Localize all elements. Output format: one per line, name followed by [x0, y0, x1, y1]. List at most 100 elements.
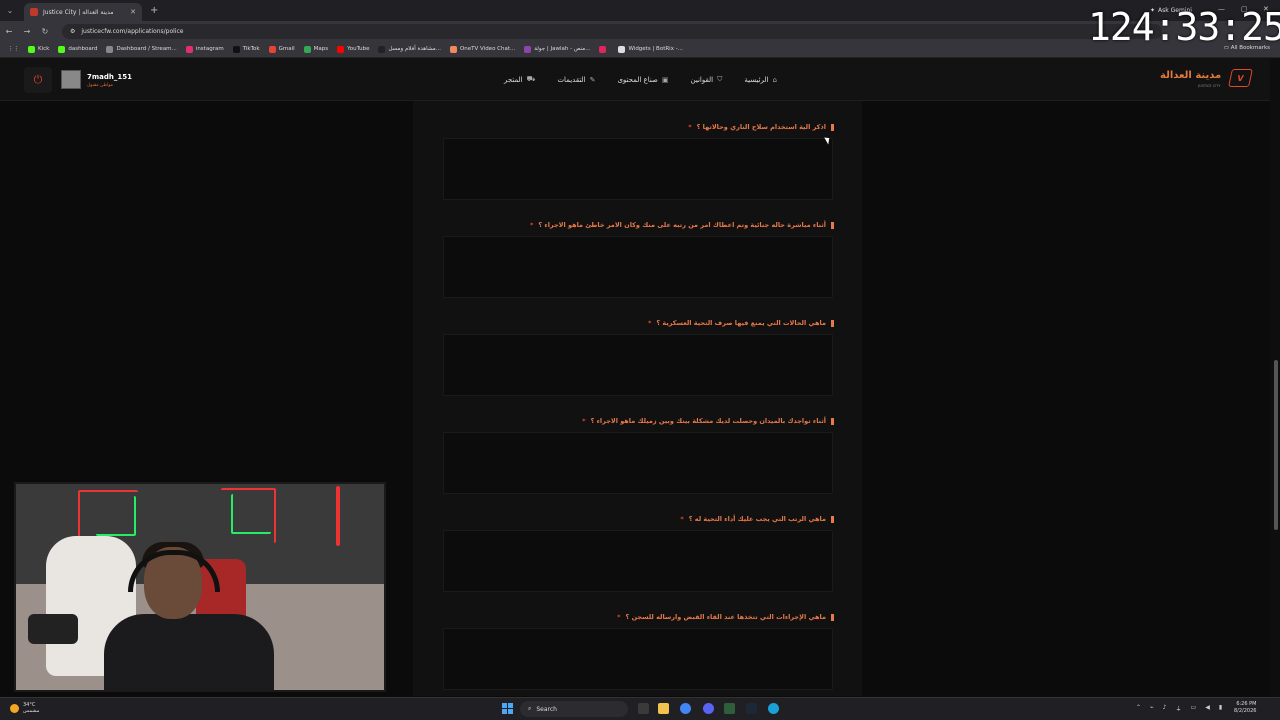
- nav-link-label: التقديمات: [557, 75, 586, 84]
- bookmark-item[interactable]: مشاهدة أفلام ومسل...: [378, 45, 441, 53]
- bookmark-item[interactable]: TikTok: [232, 45, 260, 53]
- clock-date: 8/2/2026: [1234, 708, 1257, 714]
- nav-link[interactable]: القوانين ⛉: [691, 75, 723, 84]
- question-text: ماهي الإجراءات التي تتخذها عند القاء الق…: [625, 613, 826, 621]
- weather-widget[interactable]: 34°C مشمس: [10, 702, 39, 714]
- usb-icon[interactable]: ⏚: [1176, 704, 1182, 713]
- application-form: اذكر الية استخدام سلاح الناري وحالاتها ؟…: [413, 101, 862, 696]
- bookmark-item[interactable]: جولة | Jawlah - منص...: [524, 45, 591, 53]
- site-info-icon[interactable]: ⚙: [70, 28, 75, 35]
- question-text: ماهي الحالات التي يمنع فيها صرف التحية ا…: [656, 319, 826, 327]
- edge-icon[interactable]: [768, 703, 779, 714]
- bookmark-item[interactable]: YouTube: [337, 45, 370, 53]
- nav-link-icon: ▣: [661, 75, 669, 84]
- bookmark-favicon-icon: [185, 45, 193, 53]
- file-explorer-icon[interactable]: [658, 703, 669, 714]
- nav-link[interactable]: المتجر ⛟: [504, 75, 535, 84]
- site-favicon-icon: [30, 8, 38, 16]
- question-marker-icon: [831, 613, 834, 621]
- question-marker-icon: [831, 123, 834, 131]
- bookmark-item[interactable]: Gmail: [268, 45, 295, 53]
- bookmark-item[interactable]: Widgets | BotRix -...: [618, 45, 683, 53]
- logout-button[interactable]: ⏻: [24, 67, 52, 93]
- answer-textarea[interactable]: [443, 138, 833, 200]
- question-label: ماهي الرتب التي يجب عليك أداء التحية له …: [680, 515, 834, 523]
- battery-icon[interactable]: ▮: [1219, 704, 1222, 713]
- required-marker: *: [688, 123, 692, 131]
- nav-link[interactable]: الرئيسية ⌂: [744, 75, 777, 84]
- nav-link-icon: ⌂: [772, 75, 777, 84]
- taskbar-clock[interactable]: 6:26 PM 8/2/2026: [1234, 701, 1256, 715]
- bookmark-label: TikTok: [242, 46, 260, 52]
- answer-textarea[interactable]: [443, 236, 833, 298]
- question-label: ماهي الإجراءات التي تتخذها عند القاء الق…: [617, 613, 834, 621]
- scrollbar-thumb[interactable]: [1274, 360, 1278, 530]
- bookmark-item[interactable]: Maps: [303, 45, 328, 53]
- bookmark-favicon-icon: [618, 45, 626, 53]
- sun-icon: [10, 703, 19, 713]
- question-text: اذكر الية استخدام سلاح الناري وحالاتها ؟: [696, 123, 826, 131]
- mic-icon[interactable]: ♪: [1163, 704, 1167, 713]
- avatar[interactable]: [61, 70, 81, 89]
- bookmark-item[interactable]: Dashboard / Stream...: [106, 45, 177, 53]
- url-text: justicecfw.com/applications/police: [81, 27, 184, 35]
- app-icon[interactable]: [724, 703, 735, 714]
- answer-textarea[interactable]: [443, 432, 833, 494]
- nav-link-label: صناع المحتوى: [617, 75, 658, 84]
- bookmark-favicon-icon: [599, 45, 607, 53]
- nav-link-label: الرئيسية: [744, 75, 769, 84]
- question-marker-icon: [831, 417, 834, 425]
- display-icon[interactable]: ▭: [1191, 704, 1197, 713]
- network-icon[interactable]: ⌁: [1150, 704, 1154, 713]
- question-marker-icon: [831, 515, 834, 523]
- bookmark-label: جولة | Jawlah - منص...: [534, 46, 591, 52]
- bookmark-label: YouTube: [347, 46, 370, 52]
- taskbar: 34°C مشمس ⌕ Search ⌃ ⌁ ♪ ⏚ ▭ ◀ ▮ 6:26 PM…: [0, 697, 1280, 720]
- clock-time: 6:26 PM: [1236, 701, 1257, 707]
- answer-textarea[interactable]: [443, 334, 833, 396]
- brand-name[interactable]: مدينة العدالة: [1160, 70, 1221, 81]
- webcam-overlay: [14, 482, 386, 692]
- reload-icon[interactable]: ↻: [36, 27, 54, 36]
- bookmark-item[interactable]: Kick: [28, 45, 50, 53]
- taskbar-search[interactable]: ⌕ Search: [520, 701, 628, 717]
- weather-desc: مشمس: [23, 708, 40, 714]
- answer-textarea[interactable]: [443, 628, 833, 690]
- stream-timer: 124:33:25: [1088, 5, 1280, 49]
- steam-icon[interactable]: [746, 703, 757, 714]
- url-field[interactable]: ⚙ justicecfw.com/applications/police: [62, 23, 1162, 39]
- nav-link[interactable]: التقديمات ✎: [557, 75, 595, 84]
- nav-link[interactable]: صناع المحتوى ▣: [617, 75, 668, 84]
- windows-start-icon[interactable]: [502, 703, 513, 714]
- bookmark-item[interactable]: [599, 45, 609, 53]
- tab-title: Justice City | مدينة العدالة: [43, 8, 114, 16]
- new-tab-button[interactable]: +: [150, 5, 158, 16]
- answer-textarea[interactable]: [443, 530, 833, 592]
- forward-icon[interactable]: →: [18, 27, 36, 36]
- chrome-icon[interactable]: [680, 703, 691, 714]
- tab-list-icon[interactable]: ⌄: [0, 0, 20, 21]
- bookmark-item[interactable]: OneTV Video Chat...: [449, 45, 515, 53]
- brand-logo[interactable]: V: [1228, 69, 1253, 87]
- logout-icon: ⏻: [33, 73, 43, 86]
- required-marker: *: [617, 613, 621, 621]
- close-tab-icon[interactable]: ✕: [130, 8, 136, 16]
- bookmark-label: Kick: [38, 46, 50, 52]
- bookmark-favicon-icon: [268, 45, 276, 53]
- question-text: أثناء مباشرة حاله جنائية وتم اعطاك امر م…: [538, 221, 826, 229]
- bookmark-favicon-icon: [303, 45, 311, 53]
- required-marker: *: [680, 515, 684, 523]
- volume-icon[interactable]: ◀: [1205, 704, 1210, 713]
- back-icon[interactable]: ←: [0, 27, 18, 36]
- chevron-up-icon[interactable]: ⌃: [1136, 704, 1141, 713]
- required-marker: *: [529, 221, 534, 229]
- bookmark-item[interactable]: dashboard: [58, 45, 97, 53]
- apps-icon[interactable]: ⋮⋮: [8, 46, 19, 52]
- browser-tab[interactable]: Justice City | مدينة العدالة ✕: [24, 3, 142, 21]
- task-view-icon[interactable]: [638, 703, 649, 714]
- bookmark-favicon-icon: [106, 45, 114, 53]
- search-placeholder: Search: [536, 705, 557, 713]
- bookmark-item[interactable]: instagram: [185, 45, 224, 53]
- discord-icon[interactable]: [703, 703, 714, 714]
- brand-subtitle: JUSTICE CITY: [1198, 84, 1221, 88]
